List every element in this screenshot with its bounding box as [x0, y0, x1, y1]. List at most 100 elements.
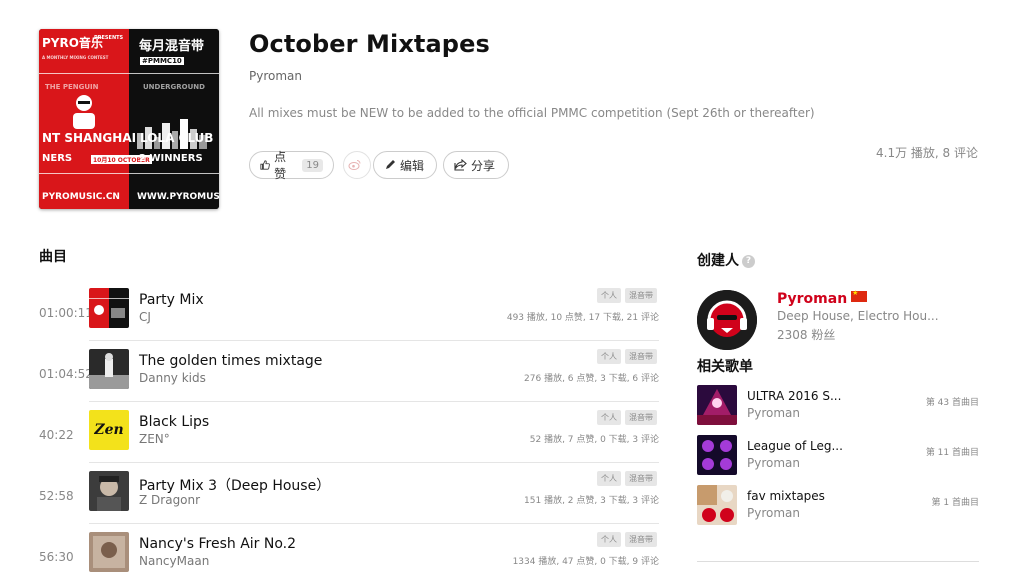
- track-artist[interactable]: NancyMaan: [139, 554, 209, 568]
- track-thumbnail[interactable]: [89, 471, 129, 511]
- cover-title-cn: 每月混音带: [139, 39, 205, 54]
- playlist-description: All mixes must be NEW to be added to the…: [249, 106, 815, 120]
- cover-presents: PRESENTS: [94, 35, 124, 41]
- track-duration: 52:58: [39, 489, 74, 503]
- track-row[interactable]: 01:04:52 The golden times mixtage Danny …: [39, 349, 659, 410]
- track-thumbnail[interactable]: [89, 349, 129, 389]
- tag-mixtape[interactable]: 混音带: [625, 349, 657, 364]
- related-thumbnail[interactable]: [697, 435, 737, 475]
- track-row[interactable]: 56:30 Nancy's Fresh Air No.2 NancyMaan 个…: [39, 532, 659, 581]
- track-artist[interactable]: CJ: [139, 310, 151, 324]
- related-count: 第 43 首曲目: [925, 398, 979, 408]
- tag-personal[interactable]: 个人: [597, 410, 621, 425]
- track-artist[interactable]: Z Dragonr: [139, 493, 200, 507]
- tag-personal[interactable]: 个人: [597, 349, 621, 364]
- tag-personal[interactable]: 个人: [597, 288, 621, 303]
- cover-venue-right: LOLA CLUB: [140, 131, 214, 145]
- cover-winners-right: 2 WINNERS: [139, 153, 203, 164]
- playlist-author[interactable]: Pyroman: [249, 69, 302, 83]
- like-label: 点赞: [274, 150, 287, 181]
- thumbs-up-icon: [260, 160, 270, 170]
- creator-name[interactable]: Pyroman: [777, 289, 868, 307]
- track-artist[interactable]: ZEN°: [139, 432, 170, 446]
- tag-mixtape[interactable]: 混音带: [625, 288, 657, 303]
- track-duration: 01:04:52: [39, 367, 93, 381]
- creator-section-label: 创建人: [697, 253, 739, 269]
- track-duration: 56:30: [39, 550, 74, 564]
- track-thumbnail[interactable]: [89, 532, 129, 572]
- track-thumbnail[interactable]: Zen: [89, 410, 129, 450]
- edit-button[interactable]: 编辑: [373, 151, 437, 179]
- related-thumbnail[interactable]: [697, 485, 737, 525]
- related-playlist-item[interactable]: ULTRA 2016 S... Pyroman 第 43 首曲目: [697, 385, 979, 425]
- track-artist[interactable]: Danny kids: [139, 371, 206, 385]
- creator-section-title: 创建人?: [697, 250, 755, 270]
- track-thumbnail[interactable]: [89, 288, 129, 328]
- cover-subtitle: A MONTHLY MIXING CONTEST: [42, 55, 109, 60]
- track-row[interactable]: 52:58 Party Mix 3（Deep House） Z Dragonr …: [39, 471, 659, 532]
- share-button[interactable]: 分享: [443, 151, 509, 179]
- track-name[interactable]: Black Lips: [139, 414, 209, 430]
- playlist-stats: 4.1万 播放, 8 评论: [876, 146, 978, 160]
- track-meta: 151 播放, 2 点赞, 3 下载, 3 评论: [524, 496, 659, 506]
- tag-mixtape[interactable]: 混音带: [625, 532, 657, 547]
- track-row[interactable]: 40:22 Zen Black Lips ZEN° 个人 混音带 52 播放, …: [39, 410, 659, 471]
- track-meta: 52 播放, 7 点赞, 0 下载, 3 评论: [529, 435, 659, 445]
- track-name[interactable]: Party Mix: [139, 292, 204, 308]
- related-count: 第 11 首曲目: [925, 448, 979, 458]
- cover-winners-left: NERS: [42, 153, 73, 164]
- track-name[interactable]: The golden times mixtage: [139, 353, 322, 369]
- weibo-share-button[interactable]: [343, 151, 371, 179]
- creator-name-text[interactable]: Pyroman: [777, 291, 847, 307]
- track-divider: [89, 523, 659, 524]
- related-playlist-item[interactable]: fav mixtapes Pyroman 第 1 首曲目: [697, 485, 979, 525]
- creator-avatar[interactable]: [697, 290, 757, 350]
- tag-mixtape[interactable]: 混音带: [625, 471, 657, 486]
- track-name[interactable]: Party Mix 3（Deep House）: [139, 475, 330, 495]
- related-count: 第 1 首曲目: [931, 498, 979, 508]
- like-button[interactable]: 点赞 19: [249, 150, 334, 181]
- china-flag-icon: [851, 289, 868, 302]
- related-name[interactable]: League of Leg...: [747, 439, 843, 453]
- tracks-section-title: 曲目: [39, 249, 67, 265]
- track-duration: 01:00:11: [39, 306, 93, 320]
- share-icon: [454, 159, 467, 171]
- cover-dj-figure: [73, 95, 95, 129]
- like-count: 19: [302, 158, 323, 172]
- tag-mixtape[interactable]: 混音带: [625, 410, 657, 425]
- cover-code: #PMMC10: [140, 57, 184, 65]
- related-author[interactable]: Pyroman: [747, 406, 800, 420]
- playlist-title: October Mixtapes: [249, 30, 490, 58]
- cover-url-left: PYROMUSIC.CN: [42, 192, 120, 202]
- track-meta: 1334 播放, 47 点赞, 0 下载, 9 评论: [512, 557, 659, 567]
- cover-venue-left: NT SHANGHAI: [42, 131, 137, 145]
- cover-url-right: WWW.PYROMUSIC.C: [137, 192, 219, 202]
- related-thumbnail[interactable]: [697, 385, 737, 425]
- cover-right-label: UNDERGROUND: [143, 83, 205, 91]
- track-divider: [89, 462, 659, 463]
- track-meta: 493 播放, 10 点赞, 17 下载, 21 评论: [506, 313, 659, 323]
- tag-personal[interactable]: 个人: [597, 471, 621, 486]
- zen-logo: Zen: [94, 422, 124, 438]
- related-section-title: 相关歌单: [697, 359, 753, 375]
- track-duration: 40:22: [39, 428, 74, 442]
- track-row[interactable]: 01:00:11 Party Mix CJ 个人 混音带 493 播放, 10 …: [39, 288, 659, 349]
- share-label: 分享: [471, 158, 496, 173]
- track-meta: 276 播放, 6 点赞, 3 下载, 6 评论: [524, 374, 659, 384]
- cover-left-label: THE PENGUIN: [45, 83, 99, 91]
- weibo-icon: [348, 160, 361, 170]
- related-author[interactable]: Pyroman: [747, 456, 800, 470]
- track-name[interactable]: Nancy's Fresh Air No.2: [139, 536, 296, 552]
- related-author[interactable]: Pyroman: [747, 506, 800, 520]
- playlist-cover: PYRO音乐 PRESENTS A MONTHLY MIXING CONTEST…: [39, 29, 219, 209]
- track-divider: [89, 401, 659, 402]
- related-playlist-item[interactable]: League of Leg... Pyroman 第 11 首曲目: [697, 435, 979, 475]
- edit-label: 编辑: [400, 158, 425, 173]
- creator-genres: Deep House, Electro Hou...: [777, 309, 939, 323]
- help-icon[interactable]: ?: [742, 254, 755, 268]
- tag-personal[interactable]: 个人: [597, 532, 621, 547]
- related-name[interactable]: ULTRA 2016 S...: [747, 389, 841, 403]
- creator-fans: 2308 粉丝: [777, 328, 836, 342]
- sidebar-divider: [697, 561, 979, 562]
- related-name[interactable]: fav mixtapes: [747, 489, 825, 503]
